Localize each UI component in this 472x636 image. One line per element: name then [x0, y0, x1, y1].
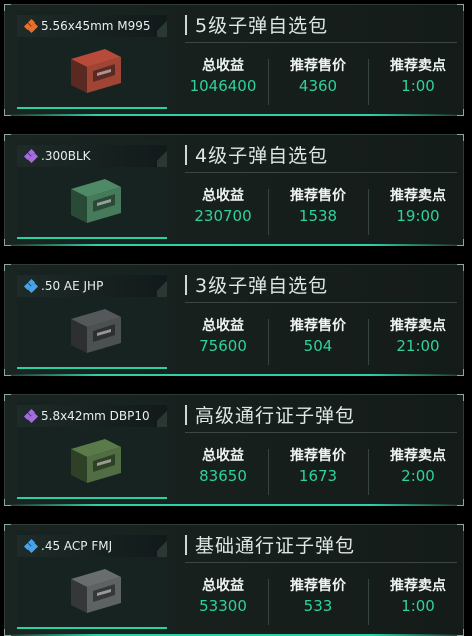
- rarity-icon: [23, 148, 39, 164]
- title-accent-bar: [185, 535, 187, 555]
- stat-label: 总收益: [202, 318, 244, 334]
- stat-value: 83650: [199, 467, 247, 485]
- stat-label: 推荐卖点: [390, 318, 446, 334]
- pack-title: 5级子弹自选包: [195, 15, 329, 37]
- ammo-pack-card-4[interactable]: 5.8x42mm DBP10 高级通行证子弹包 总收益 83650 推荐售价 1…: [4, 394, 464, 506]
- ammo-item-panel: 5.56x45mm M995: [17, 11, 167, 109]
- ammo-pack-card-5[interactable]: .45 ACP FMJ 基础通行证子弹包 总收益 53300 推荐售价 533: [4, 524, 464, 636]
- stat-label: 推荐卖点: [390, 448, 446, 464]
- stat-value: 1538: [298, 207, 338, 225]
- stat-label: 总收益: [202, 188, 244, 204]
- stat-value: 1673: [298, 467, 338, 485]
- rarity-icon: [23, 408, 39, 424]
- ammo-box-icon: [71, 309, 121, 353]
- pack-title: 高级通行证子弹包: [195, 405, 356, 427]
- stat-value: 2:00: [401, 467, 435, 485]
- pack-title: 基础通行证子弹包: [195, 535, 356, 557]
- stat-recommended-price: 推荐售价 533: [272, 575, 364, 615]
- ammo-box-icon: [71, 439, 121, 483]
- stat-total-income: 总收益 230700: [177, 185, 269, 225]
- stat-label: 总收益: [202, 578, 244, 594]
- title-accent-bar: [185, 275, 187, 295]
- ammo-item-panel: .300BLK: [17, 141, 167, 239]
- stat-label: 推荐售价: [290, 448, 346, 464]
- stat-total-income: 总收益 1046400: [177, 55, 269, 95]
- ammo-type-tag: 5.8x42mm DBP10: [17, 405, 167, 427]
- stat-total-income: 总收益 53300: [177, 575, 269, 615]
- stat-recommended-sell-time: 推荐卖点 2:00: [372, 445, 464, 485]
- stat-value: 53300: [199, 597, 247, 615]
- ammo-item-panel: .50 AE JHP: [17, 271, 167, 369]
- title-accent-bar: [185, 145, 187, 165]
- ammo-pack-card-2[interactable]: .300BLK 4级子弹自选包 总收益 230700 推荐售价 1538 推荐卖…: [4, 134, 464, 246]
- rarity-icon: [23, 18, 39, 34]
- stat-value: 230700: [194, 207, 252, 225]
- ammo-pack-card-3[interactable]: .50 AE JHP 3级子弹自选包 总收益 75600 推荐售价 504 推荐…: [4, 264, 464, 376]
- stat-recommended-sell-time: 推荐卖点 1:00: [372, 575, 464, 615]
- stat-recommended-sell-time: 推荐卖点 19:00: [372, 185, 464, 225]
- ammo-type-tag: .300BLK: [17, 145, 167, 167]
- ammo-type-tag: .50 AE JHP: [17, 275, 167, 297]
- title-accent-bar: [185, 15, 187, 35]
- ammo-box-icon: [71, 49, 121, 93]
- ammo-box-icon: [71, 569, 121, 613]
- stat-label: 总收益: [202, 58, 244, 74]
- stat-total-income: 总收益 83650: [177, 445, 269, 485]
- stat-value: 533: [303, 597, 333, 615]
- ammo-item-panel: 5.8x42mm DBP10: [17, 401, 167, 499]
- pack-title: 4级子弹自选包: [195, 145, 329, 167]
- stat-value: 504: [303, 337, 333, 355]
- stat-label: 推荐售价: [290, 318, 346, 334]
- stat-recommended-sell-time: 推荐卖点 21:00: [372, 315, 464, 355]
- ammo-pack-card-1[interactable]: 5.56x45mm M995 5级子弹自选包 总收益 1046400 推荐售价 …: [4, 4, 464, 116]
- ammo-name: .300BLK: [41, 149, 91, 163]
- pack-title: 3级子弹自选包: [195, 275, 329, 297]
- stat-recommended-sell-time: 推荐卖点 1:00: [372, 55, 464, 95]
- title-accent-bar: [185, 405, 187, 425]
- stat-total-income: 总收益 75600: [177, 315, 269, 355]
- stat-value: 19:00: [396, 207, 440, 225]
- ammo-box-icon: [71, 179, 121, 223]
- rarity-icon: [23, 538, 39, 554]
- stat-recommended-price: 推荐售价 504: [272, 315, 364, 355]
- stat-recommended-price: 推荐售价 4360: [272, 55, 364, 95]
- rarity-icon: [23, 278, 39, 294]
- stat-label: 推荐售价: [290, 188, 346, 204]
- stat-label: 推荐售价: [290, 578, 346, 594]
- ammo-item-panel: .45 ACP FMJ: [17, 531, 167, 629]
- ammo-name: 5.8x42mm DBP10: [41, 409, 150, 423]
- stat-label: 推荐卖点: [390, 578, 446, 594]
- ammo-type-tag: .45 ACP FMJ: [17, 535, 167, 557]
- stat-value: 21:00: [396, 337, 440, 355]
- stat-value: 75600: [199, 337, 247, 355]
- ammo-name: 5.56x45mm M995: [41, 19, 151, 33]
- stat-value: 1:00: [401, 597, 435, 615]
- ammo-name: .50 AE JHP: [41, 279, 104, 293]
- stat-value: 4360: [298, 77, 338, 95]
- stat-value: 1046400: [189, 77, 257, 95]
- stat-label: 推荐卖点: [390, 58, 446, 74]
- stat-label: 推荐售价: [290, 58, 346, 74]
- stat-label: 推荐卖点: [390, 188, 446, 204]
- stat-label: 总收益: [202, 448, 244, 464]
- ammo-type-tag: 5.56x45mm M995: [17, 15, 167, 37]
- stat-value: 1:00: [401, 77, 435, 95]
- stat-recommended-price: 推荐售价 1538: [272, 185, 364, 225]
- ammo-name: .45 ACP FMJ: [41, 539, 113, 553]
- stat-recommended-price: 推荐售价 1673: [272, 445, 364, 485]
